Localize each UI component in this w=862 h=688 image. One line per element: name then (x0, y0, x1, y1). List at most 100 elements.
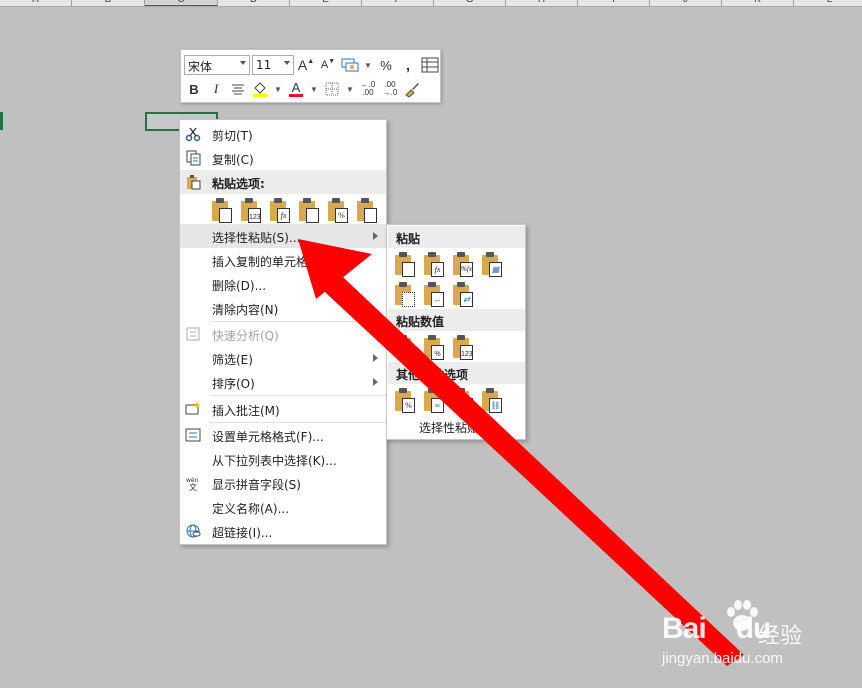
menu-item-show-phonetic[interactable]: wén 文 显示拼音字段(S) (180, 471, 386, 495)
submenu-paste-values-source-format[interactable]: 123 (451, 335, 475, 361)
paste-keep-source-icon: ▦ (489, 262, 502, 277)
submenu-paste-formulas[interactable]: fx (422, 252, 446, 278)
column-header-l[interactable]: L (794, 0, 862, 6)
fill-color-dropdown[interactable]: ▼ (272, 79, 284, 99)
column-header-f[interactable]: F (362, 0, 434, 6)
shrink-font-button[interactable]: A ▼ (318, 55, 338, 75)
menu-item-filter[interactable]: 筛选(E) (180, 346, 386, 370)
menu-item-copy[interactable]: 复制(C) (180, 146, 386, 170)
column-header-a[interactable]: A (0, 0, 72, 6)
submenu-paste-picture[interactable]: ▣ (451, 388, 475, 414)
column-header-c[interactable]: C (145, 0, 218, 6)
submenu-paste-keep-source[interactable]: ▦ (480, 252, 504, 278)
decrease-decimal-button[interactable]: .00 →.0 (380, 79, 400, 99)
format-painter-table-button[interactable] (420, 55, 440, 75)
paintbrush-icon (405, 83, 419, 98)
paste-option-formatting[interactable]: % (326, 198, 350, 224)
submenu-paste-row-2: ↔ ⇄ (393, 282, 475, 308)
fill-bucket-icon (253, 82, 267, 97)
paste-formulas-percent-icon: %fx (460, 262, 473, 277)
submenu-paste-values[interactable]: 123 (393, 335, 417, 361)
comma-style-button[interactable]: , (398, 55, 418, 75)
paste-option-paste[interactable] (210, 198, 234, 224)
fill-color-button[interactable] (250, 79, 270, 99)
column-header-e[interactable]: E (290, 0, 362, 6)
column-header-i[interactable]: I (578, 0, 650, 6)
bold-button[interactable]: B (184, 79, 204, 99)
italic-button[interactable]: I (206, 79, 226, 99)
menu-item-paste-special[interactable]: 选择性粘贴(S)... (180, 224, 386, 248)
menu-item-label: 筛选(E) (212, 353, 253, 367)
submenu-header-paste-values: 粘贴数值 (388, 309, 525, 331)
submenu-paste-formatting[interactable]: % (393, 388, 417, 414)
accounting-format-dropdown[interactable]: ▼ (362, 55, 374, 75)
menu-item-hyperlink[interactable]: 超链接(I)... (180, 519, 386, 543)
menu-item-cut[interactable]: 剪切(T) (180, 122, 386, 146)
font-color-icon: A (291, 79, 301, 95)
menu-item-pick-from-list[interactable]: 从下拉列表中选择(K)... (180, 447, 386, 471)
submenu-paste-transpose[interactable]: ⇄ (451, 282, 475, 308)
percent-style-button[interactable]: % (376, 55, 396, 75)
chevron-right-icon (373, 232, 378, 240)
borders-dropdown[interactable]: ▼ (344, 79, 356, 99)
menu-item-quick-analysis: 快速分析(Q) (180, 322, 386, 346)
menu-item-delete[interactable]: 删除(D)... (180, 272, 386, 296)
grow-font-button[interactable]: A ▲ (296, 55, 316, 75)
paste-option-values[interactable]: 123 (239, 198, 263, 224)
borders-button[interactable] (322, 79, 342, 99)
hyperlink-icon (186, 524, 201, 538)
column-header-d[interactable]: D (218, 0, 290, 6)
paste-link-icon: ∞ (431, 398, 444, 413)
paste-values-icon: 123 (248, 208, 261, 223)
menu-item-clear-contents[interactable]: 清除内容(N) (180, 296, 386, 320)
column-header-h[interactable]: H (506, 0, 578, 6)
submenu-paste-values-number-format[interactable]: % (422, 335, 446, 361)
grow-font-icon: A (297, 57, 308, 73)
menu-item-label: 设置单元格格式(F)... (212, 430, 324, 444)
accounting-format-button[interactable] (340, 55, 360, 75)
menu-item-define-name[interactable]: 定义名称(A)... (180, 495, 386, 519)
submenu-paste-all[interactable] (393, 252, 417, 278)
paste-option-transpose[interactable] (297, 198, 321, 224)
column-header-k[interactable]: K (722, 0, 794, 6)
submenu-paste-linked-picture[interactable]: ⛓ (480, 388, 504, 414)
font-color-dropdown[interactable]: ▼ (308, 79, 320, 99)
format-painter-button[interactable] (402, 79, 422, 99)
menu-item-label: 删除(D)... (212, 279, 267, 293)
borders-icon (325, 82, 339, 96)
menu-item-format-cells[interactable]: 设置单元格格式(F)... (180, 423, 386, 447)
mini-toolbar: 宋体 11 A ▲ A ▼ ▼ % , B I ▼ A ▼ ▼ ←.0 .00 … (180, 49, 441, 103)
row-selection-marker (0, 112, 3, 130)
increase-decimal-button[interactable]: ←.0 .00 (358, 79, 378, 99)
comment-icon (185, 402, 200, 415)
submenu-paste-formulas-number-format[interactable]: %fx (451, 252, 475, 278)
submenu-header-paste: 粘贴 (388, 226, 525, 248)
submenu-paste-special-link[interactable]: 选择性粘贴(S)... (419, 419, 507, 436)
font-name-dropdown[interactable]: 宋体 (184, 55, 250, 75)
paste-transpose-icon: ⇄ (460, 292, 473, 307)
column-header-g[interactable]: G (434, 0, 506, 6)
font-color-button[interactable]: A (286, 79, 306, 99)
menu-item-sort[interactable]: 排序(O) (180, 370, 386, 394)
submenu-paste-no-borders[interactable] (393, 282, 417, 308)
menu-item-insert-comment[interactable]: 插入批注(M) (180, 397, 386, 421)
paste-option-formulas[interactable]: fx (268, 198, 292, 224)
paste-link-icon (364, 208, 377, 223)
paste-option-link[interactable] (355, 198, 379, 224)
menu-item-label: 快速分析(Q) (212, 329, 279, 343)
paste-formatting-icon: % (335, 208, 348, 223)
menu-item-insert-copied-cells[interactable]: 插入复制的单元格 (180, 248, 386, 272)
paste-formulas-icon: fx (431, 262, 444, 277)
column-header-j[interactable]: J (650, 0, 722, 6)
submenu-paste-keep-widths[interactable]: ↔ (422, 282, 446, 308)
align-center-button[interactable] (228, 79, 248, 99)
scissors-icon (185, 127, 201, 142)
menu-item-label: 粘贴选项: (212, 177, 265, 191)
submenu-paste-link[interactable]: ∞ (422, 388, 446, 414)
accounting-format-icon (341, 58, 359, 72)
paste-icon (402, 262, 415, 277)
format-cells-icon (185, 428, 201, 442)
column-header-b[interactable]: B (72, 0, 145, 6)
font-size-dropdown[interactable]: 11 (252, 55, 294, 75)
submenu-values-row: 123 % 123 (393, 335, 475, 361)
